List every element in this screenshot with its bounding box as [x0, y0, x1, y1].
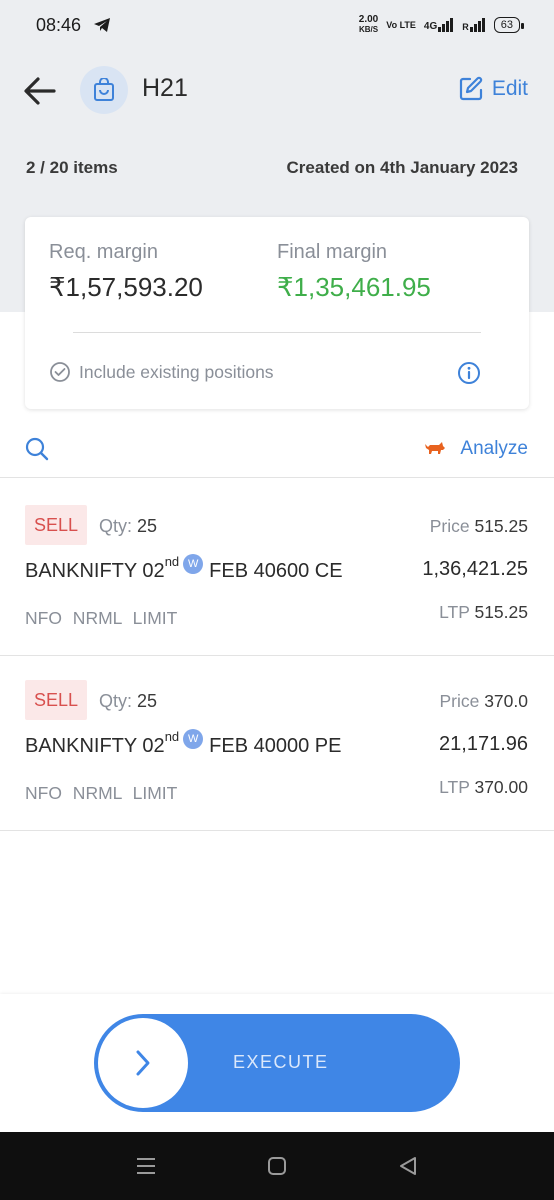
- weekly-badge: W: [183, 729, 204, 749]
- instrument-symbol: BANKNIFTY 02nd W FEB 40600 CE: [25, 554, 343, 582]
- battery-icon: 63: [493, 17, 525, 33]
- side-badge: SELL: [25, 680, 87, 720]
- order-row[interactable]: SELL Qty: 25 Price 515.25 BANKNIFTY 02nd…: [0, 480, 554, 656]
- menu-icon[interactable]: [135, 1156, 157, 1176]
- execute-label: EXECUTE: [233, 1052, 329, 1072]
- ltp: LTP 515.25: [439, 602, 528, 622]
- analyze-button[interactable]: Analyze: [424, 438, 528, 460]
- system-nav-bar: [0, 1132, 554, 1200]
- instrument-symbol: BANKNIFTY 02nd W FEB 40000 PE: [25, 729, 342, 757]
- telegram-icon: [94, 18, 111, 32]
- top-bar: H21 Edit: [0, 60, 554, 120]
- side-badge: SELL: [25, 505, 87, 545]
- order-tags: NFO NRML LIMIT: [25, 783, 178, 803]
- divider: [73, 332, 481, 333]
- page-title: H21: [142, 74, 188, 102]
- include-positions-toggle[interactable]: Include existing positions: [49, 361, 274, 383]
- basket-avatar: [80, 66, 128, 114]
- signal-roaming-icon: R: [462, 18, 486, 32]
- status-bar: 08:46 2.00 KB/S Vo LTE 4G R 63: [0, 0, 554, 50]
- final-margin-value: ₹1,35,461.95: [277, 272, 431, 302]
- items-count: 2 / 20 items: [26, 158, 118, 177]
- margin-card: Req. margin ₹1,57,593.20 Final margin ₹1…: [25, 217, 529, 409]
- order-price: Price 515.25: [429, 516, 528, 536]
- back-triangle-icon[interactable]: [397, 1155, 419, 1177]
- clock: 08:46: [36, 14, 82, 35]
- execute-slider[interactable]: EXECUTE: [94, 1014, 460, 1112]
- order-price: Price 370.0: [439, 691, 528, 711]
- created-date: Created on 4th January 2023: [286, 158, 518, 177]
- order-row[interactable]: SELL Qty: 25 Price 370.0 BANKNIFTY 02nd …: [0, 655, 554, 831]
- home-icon[interactable]: [266, 1155, 288, 1177]
- order-tags: NFO NRML LIMIT: [25, 608, 178, 628]
- info-icon[interactable]: [457, 361, 481, 385]
- check-circle-icon: [50, 362, 70, 382]
- shopping-bag-icon: [94, 78, 114, 101]
- req-margin-value: ₹1,57,593.20: [49, 272, 203, 302]
- order-amount: 21,171.96: [439, 733, 528, 755]
- back-arrow-icon[interactable]: [22, 74, 58, 108]
- weekly-badge: W: [183, 554, 204, 574]
- order-amount: 1,36,421.25: [422, 558, 528, 580]
- basket-meta: 2 / 20 items Created on 4th January 2023: [26, 158, 518, 178]
- network-4g-icon: 4G: [424, 18, 454, 32]
- edit-icon: [459, 76, 482, 101]
- ltp: LTP 370.00: [439, 777, 528, 797]
- net-speed: 2.00 KB/S: [358, 14, 379, 35]
- volte-indicator: Vo LTE: [386, 19, 416, 30]
- edit-label: Edit: [491, 77, 528, 100]
- final-margin: Final margin ₹1,35,461.95: [277, 241, 431, 302]
- req-margin: Req. margin ₹1,57,593.20: [49, 241, 203, 302]
- edit-button[interactable]: Edit: [458, 76, 528, 102]
- bull-icon: [425, 442, 446, 454]
- search-icon[interactable]: [24, 436, 50, 462]
- orders-toolbar: Analyze: [0, 430, 554, 478]
- quantity: Qty: 25: [99, 516, 158, 536]
- execute-area: EXECUTE: [0, 994, 554, 1132]
- slider-handle[interactable]: [98, 1018, 188, 1108]
- quantity: Qty: 25: [99, 691, 158, 711]
- chevron-right-icon: [136, 1050, 150, 1076]
